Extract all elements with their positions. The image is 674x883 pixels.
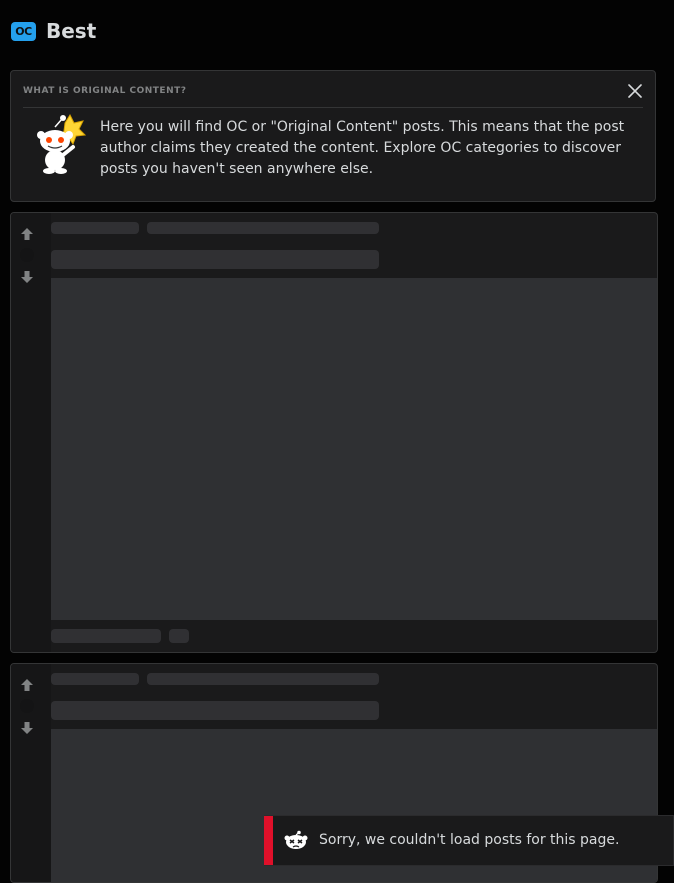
vote-rail: [11, 664, 51, 882]
meta-placeholder: [147, 673, 379, 685]
comments-placeholder: [51, 629, 161, 643]
snoo-mascot-icon: [35, 113, 89, 175]
title-placeholder: [51, 250, 379, 269]
snoo-error-icon: [284, 830, 308, 852]
error-toast: Sorry, we couldn't load posts for this p…: [264, 815, 674, 866]
page-title: Best: [46, 19, 97, 43]
arrow-down-icon[interactable]: [19, 269, 35, 285]
media-placeholder: [51, 278, 657, 620]
arrow-up-icon[interactable]: [19, 226, 35, 242]
close-icon[interactable]: [626, 82, 644, 100]
share-placeholder: [169, 629, 189, 643]
toast-accent-bar: [264, 816, 273, 865]
toast-message: Sorry, we couldn't load posts for this p…: [319, 832, 620, 848]
info-card-text: Here you will find OC or "Original Conte…: [100, 119, 625, 177]
meta-placeholder: [147, 222, 379, 234]
oc-badge-icon: OC: [11, 21, 36, 41]
post-card-loading[interactable]: [10, 212, 658, 653]
subreddit-placeholder: [51, 673, 139, 685]
arrow-up-icon[interactable]: [19, 677, 35, 693]
arrow-down-icon[interactable]: [19, 720, 35, 736]
info-card-header: WHAT IS ORIGINAL CONTENT?: [23, 83, 643, 108]
title-placeholder: [51, 701, 379, 720]
vote-count-placeholder: [20, 248, 34, 262]
info-card-label: WHAT IS ORIGINAL CONTENT?: [23, 86, 187, 96]
subreddit-placeholder: [51, 222, 139, 234]
vote-count-placeholder: [20, 699, 34, 713]
page-header: OC Best: [11, 18, 96, 44]
oc-info-card: WHAT IS ORIGINAL CONTENT? Here you will …: [10, 70, 656, 202]
